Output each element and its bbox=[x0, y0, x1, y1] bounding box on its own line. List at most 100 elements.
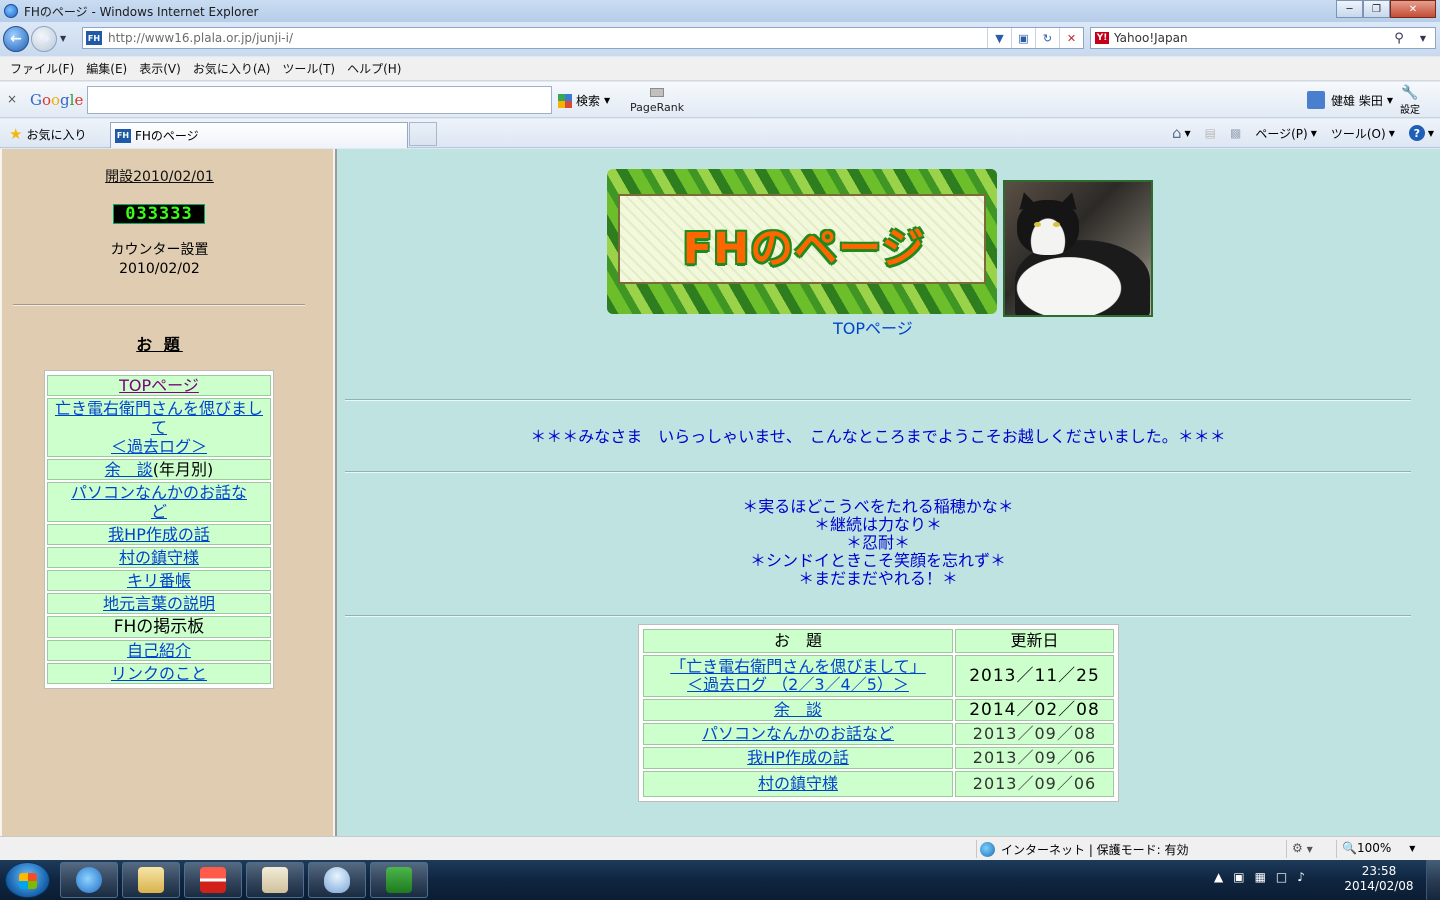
search-magnifier-icon[interactable]: ⚲ bbox=[1387, 31, 1411, 46]
top-page-link[interactable]: TOPページ bbox=[833, 315, 913, 339]
nav-link-dialect[interactable]: 地元言葉の説明 bbox=[103, 594, 215, 613]
updates-table: お 題 更新日 「亡き電右衛門さんを偲びまして」 ＜過去ログ （2／3／4／5）＞… bbox=[638, 624, 1119, 802]
cat-photo bbox=[1003, 180, 1153, 317]
menu-tools[interactable]: ツール(T) bbox=[276, 60, 341, 77]
counter-label: カウンター設置 bbox=[110, 242, 209, 258]
table-cell-date: 2013／09／08 bbox=[955, 723, 1114, 745]
tab-current-page[interactable]: FH FHのページ bbox=[110, 122, 408, 148]
volume-icon[interactable]: ♪ bbox=[1297, 870, 1305, 884]
menu-edit[interactable]: 編集(E) bbox=[80, 60, 133, 77]
nav-link-top[interactable]: TOPページ bbox=[119, 376, 199, 395]
popup-blocker-status[interactable]: ⚙ ▼ bbox=[1292, 841, 1313, 855]
menu-file[interactable]: ファイル(F) bbox=[4, 60, 80, 77]
show-hidden-icons-icon[interactable]: ▲ bbox=[1214, 870, 1223, 884]
start-button[interactable] bbox=[5, 862, 50, 898]
tray-device-icon[interactable]: ▦ bbox=[1255, 870, 1266, 884]
taskbar-clock[interactable]: 23:58 2014/02/08 bbox=[1343, 864, 1415, 894]
taskbar-app-red[interactable] bbox=[184, 862, 242, 898]
search-options-icon[interactable]: ▼ bbox=[1411, 34, 1435, 43]
back-button[interactable]: ← bbox=[3, 26, 29, 52]
documents-icon bbox=[262, 867, 288, 893]
network-icon[interactable]: □ bbox=[1276, 870, 1287, 884]
favorites-label: お気に入り bbox=[26, 127, 87, 142]
nav-link-pc[interactable]: パソコンなんかのお話など bbox=[71, 483, 247, 521]
table-header-row: お 題 更新日 bbox=[643, 629, 1114, 653]
web-search-box[interactable]: Y! Yahoo!Japan ⚲ ▼ bbox=[1090, 27, 1436, 49]
security-zone[interactable]: インターネット | 保護モード: 有効 bbox=[980, 841, 1189, 858]
show-desktop-button[interactable] bbox=[1426, 860, 1440, 900]
maximize-button[interactable]: ❐ bbox=[1363, 0, 1390, 18]
pagerank-indicator[interactable]: PageRank bbox=[630, 86, 684, 114]
topic-link-pc[interactable]: パソコンなんかのお話など bbox=[702, 724, 894, 743]
app-icon bbox=[200, 867, 226, 893]
topic-link-shrine[interactable]: 村の鎮守様 bbox=[758, 774, 838, 793]
minimize-button[interactable]: ─ bbox=[1336, 0, 1363, 18]
address-dropdown-icon[interactable]: ▼ bbox=[987, 28, 1011, 48]
nav-link-links[interactable]: リンクのこと bbox=[111, 664, 207, 683]
feeds-button[interactable]: ▤ bbox=[1205, 126, 1216, 140]
page-menu[interactable]: ページ(P) ▼ bbox=[1255, 125, 1317, 142]
table-row: 村の鎮守様 2013／09／06 bbox=[643, 771, 1114, 797]
print-button[interactable]: ▩ bbox=[1230, 126, 1241, 140]
topic-link-yodan[interactable]: 余 談 bbox=[774, 700, 822, 719]
taskbar-documents[interactable] bbox=[246, 862, 304, 898]
status-separator bbox=[976, 840, 977, 858]
sidebar-heading: お 題 bbox=[136, 335, 183, 354]
zone-text: インターネット | 保護モード: 有効 bbox=[1001, 843, 1189, 857]
menu-help[interactable]: ヘルプ(H) bbox=[341, 60, 407, 77]
topic-link-memorial[interactable]: 「亡き電右衛門さんを偲びまして」 ＜過去ログ （2／3／4／5）＞ bbox=[670, 657, 926, 694]
menu-favorites[interactable]: お気に入り(A) bbox=[187, 60, 277, 77]
tray-app-icon[interactable]: ▣ bbox=[1233, 870, 1244, 884]
recent-pages-dropdown[interactable]: ▼ bbox=[60, 34, 66, 43]
favorites-button[interactable]: ★ お気に入り bbox=[9, 125, 86, 143]
sidebar: 開設2010/02/01 033333 カウンター設置 2010/02/02 お… bbox=[0, 149, 337, 836]
tools-menu[interactable]: ツール(O) ▼ bbox=[1331, 125, 1395, 142]
menu-view[interactable]: 表示(V) bbox=[133, 60, 187, 77]
stop-icon[interactable]: ✕ bbox=[1059, 28, 1083, 48]
table-cell-date: 2014／02／08 bbox=[955, 699, 1114, 721]
nav-note-yearmonth: (年月別) bbox=[152, 460, 214, 479]
taskbar-excel[interactable] bbox=[370, 862, 428, 898]
nav-link-shrine[interactable]: 村の鎮守様 bbox=[119, 548, 199, 567]
nav-link-bbs[interactable]: FHの掲示板 bbox=[114, 617, 205, 637]
zoom-control[interactable]: 🔍 100% ▼ bbox=[1342, 841, 1415, 855]
new-tab-button[interactable] bbox=[409, 122, 437, 146]
welcome-message: ＊＊＊みなさま いらっしゃいませ、 こんなところまでようこそお越しくださいました… bbox=[530, 427, 1226, 446]
window-title-bar: FHのページ - Windows Internet Explorer ─ ❐ ✕ bbox=[0, 0, 1440, 22]
wrench-icon: 🔧 bbox=[1401, 85, 1419, 101]
taskbar-app-balloon[interactable] bbox=[308, 862, 366, 898]
forward-arrow-icon: → bbox=[38, 31, 50, 47]
topic-link-hp[interactable]: 我HP作成の話 bbox=[747, 748, 849, 767]
nav-link-memorial[interactable]: 亡き電右衛門さんを偲びまして ＜過去ログ＞ bbox=[55, 399, 263, 456]
compatibility-view-icon[interactable]: ▣ bbox=[1011, 28, 1035, 48]
google-search-button[interactable]: 検索 ▼ bbox=[558, 92, 610, 109]
taskbar-ie[interactable] bbox=[60, 862, 118, 898]
nav-link-hp[interactable]: 我HP作成の話 bbox=[108, 525, 210, 544]
google-logo: Google bbox=[30, 91, 84, 109]
nav-link-kiriban[interactable]: キリ番帳 bbox=[127, 571, 191, 590]
sidebar-item-bbs: FHの掲示板 bbox=[47, 616, 271, 638]
google-search-input[interactable] bbox=[87, 86, 552, 114]
tab-favicon-icon: FH bbox=[115, 128, 131, 143]
google-search-label: 検索 bbox=[576, 94, 601, 108]
forward-button[interactable]: → bbox=[31, 26, 57, 52]
nav-link-yodan[interactable]: 余 談 bbox=[105, 460, 153, 479]
home-button[interactable]: ⌂ ▼ bbox=[1172, 124, 1191, 142]
close-toolbar-icon[interactable]: × bbox=[7, 92, 17, 106]
table-cell-date: 2013／09／06 bbox=[955, 771, 1114, 797]
nav-link-memorial-line2: ＜過去ログ＞ bbox=[110, 437, 207, 456]
help-button[interactable]: ? ▼ bbox=[1408, 125, 1434, 141]
sidebar-item-yodan: 余 談(年月別) bbox=[47, 459, 271, 480]
pagerank-bar bbox=[650, 88, 664, 97]
taskbar-explorer[interactable] bbox=[122, 862, 180, 898]
google-account-menu[interactable]: 健雄 柴田 ▼ bbox=[1307, 91, 1393, 109]
close-window-button[interactable]: ✕ bbox=[1390, 0, 1436, 18]
windows-taskbar: ▲ ▣ ▦ □ ♪ 23:58 2014/02/08 bbox=[0, 860, 1440, 900]
toolbar-settings-button[interactable]: 🔧 設定 bbox=[1400, 85, 1420, 116]
refresh-icon[interactable]: ↻ bbox=[1035, 28, 1059, 48]
nav-link-profile[interactable]: 自己紹介 bbox=[127, 641, 191, 660]
url-text[interactable]: http://www16.plala.or.jp/junji-i/ bbox=[108, 31, 987, 45]
frame-divider[interactable] bbox=[335, 149, 337, 836]
search-provider-text[interactable]: Yahoo!Japan bbox=[1114, 31, 1387, 45]
address-field[interactable]: FH http://www16.plala.or.jp/junji-i/ ▼ ▣… bbox=[82, 27, 1084, 49]
